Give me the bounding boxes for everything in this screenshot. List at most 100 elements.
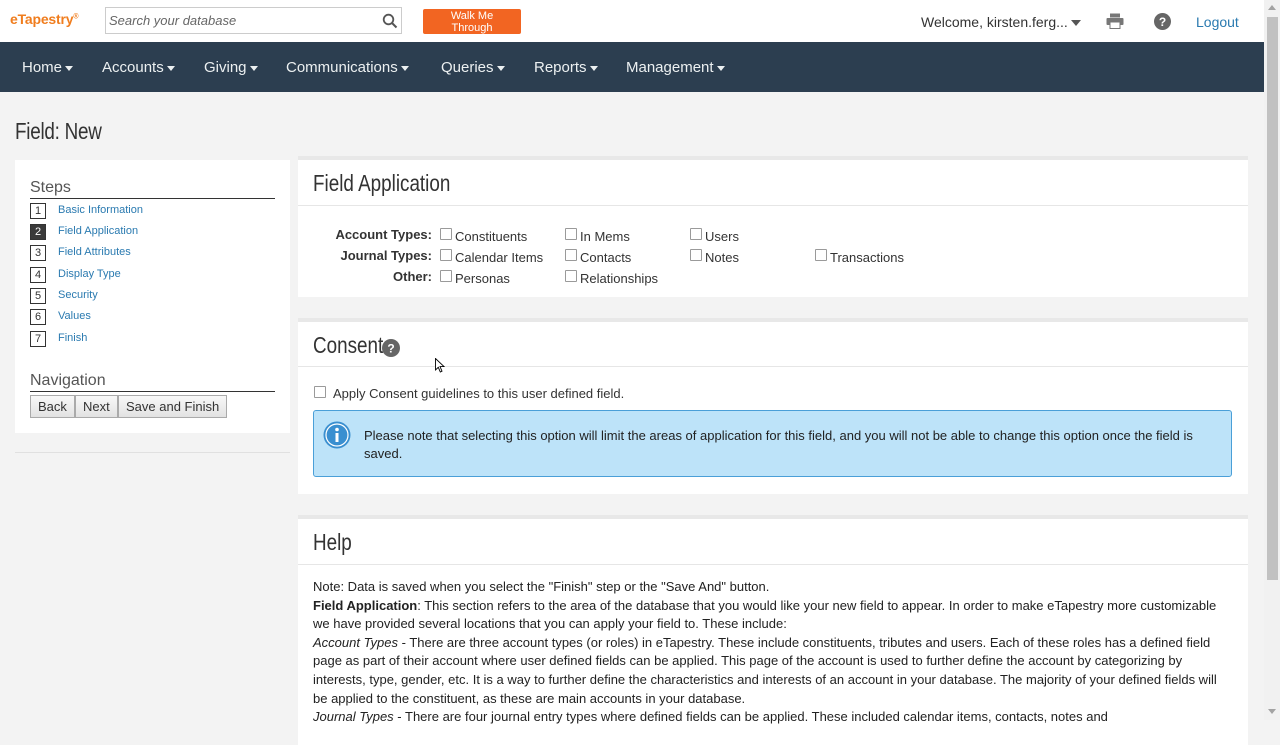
transactions-checkbox[interactable] bbox=[815, 249, 827, 261]
calendar-items-label: Calendar Items bbox=[455, 250, 544, 265]
svg-text:?: ? bbox=[1159, 15, 1166, 29]
logo-text[interactable]: eTapestry bbox=[10, 11, 74, 27]
chevron-down-icon bbox=[1070, 20, 1081, 27]
step-label[interactable]: Basic Information bbox=[58, 204, 143, 216]
page-title: Field: New bbox=[15, 118, 102, 144]
walk-me-through-button[interactable]: Walk Me Through bbox=[423, 9, 521, 34]
nav-management[interactable]: Management bbox=[626, 59, 725, 76]
personas-checkbox[interactable] bbox=[440, 270, 452, 282]
print-icon[interactable] bbox=[1106, 13, 1124, 29]
left-panel-divider bbox=[15, 452, 290, 453]
step-label[interactable]: Display Type bbox=[58, 268, 121, 280]
logout-link[interactable]: Logout bbox=[1196, 14, 1239, 30]
help-body: Note: Data is saved when you select the … bbox=[313, 578, 1233, 727]
contacts-label: Contacts bbox=[580, 250, 632, 265]
section-divider bbox=[298, 205, 1248, 206]
svg-text:?: ? bbox=[387, 342, 394, 356]
calendar-items-checkbox[interactable] bbox=[440, 249, 452, 261]
welcome-text: Welcome, kirsten.ferg... bbox=[921, 14, 1068, 30]
navigation-divider bbox=[30, 391, 275, 392]
personas-label: Personas bbox=[455, 271, 510, 286]
logo-registered-mark: ® bbox=[73, 13, 79, 21]
chevron-down-icon bbox=[249, 65, 258, 71]
search-box bbox=[105, 7, 402, 34]
relationships-checkbox[interactable] bbox=[565, 270, 577, 282]
consent-info-alert: Please note that selecting this option w… bbox=[313, 410, 1232, 477]
navigation-heading: Navigation bbox=[30, 372, 106, 389]
nav-queries[interactable]: Queries bbox=[441, 59, 505, 76]
help-section: Help Note: Data is saved when you select… bbox=[298, 515, 1248, 745]
help-term: Field Application bbox=[313, 597, 418, 613]
step-number: 4 bbox=[30, 267, 46, 283]
step-label[interactable]: Security bbox=[58, 289, 98, 301]
notes-checkbox[interactable] bbox=[690, 249, 702, 261]
chevron-down-icon bbox=[496, 65, 505, 71]
nav-communications[interactable]: Communications bbox=[286, 59, 409, 76]
consent-info-text: Please note that selecting this option w… bbox=[364, 428, 1193, 461]
nav-accounts[interactable]: Accounts bbox=[102, 59, 175, 76]
step-number: 6 bbox=[30, 309, 46, 325]
next-button[interactable]: Next bbox=[75, 395, 118, 418]
mouse-cursor-icon bbox=[435, 358, 445, 373]
help-term: Journal Types bbox=[313, 709, 394, 725]
page-scrollbar[interactable] bbox=[1264, 0, 1280, 720]
help-text: - There are three account types (or role… bbox=[313, 634, 1217, 706]
consent-section: Consent ? Apply Consent guidelines to th… bbox=[298, 318, 1248, 494]
chevron-down-icon bbox=[400, 65, 409, 71]
help-title: Help bbox=[313, 529, 352, 555]
step-label[interactable]: Finish bbox=[58, 332, 87, 344]
step-label[interactable]: Field Application bbox=[58, 225, 138, 237]
step-label[interactable]: Values bbox=[58, 310, 91, 322]
nav-label: Reports bbox=[534, 59, 587, 76]
search-icon[interactable] bbox=[382, 13, 398, 29]
help-term: Account Types bbox=[313, 634, 399, 650]
user-menu[interactable]: Welcome, kirsten.ferg... bbox=[921, 14, 1081, 30]
main-nav: Home Accounts Giving Communications Quer… bbox=[0, 42, 1264, 92]
step-number: 5 bbox=[30, 288, 46, 304]
back-button[interactable]: Back bbox=[30, 395, 75, 418]
nav-home[interactable]: Home bbox=[22, 59, 74, 76]
in-mems-checkbox[interactable] bbox=[565, 228, 577, 240]
constituents-label: Constituents bbox=[455, 229, 528, 244]
chevron-down-icon bbox=[716, 65, 725, 71]
relationships-label: Relationships bbox=[580, 271, 659, 286]
in-mems-label: In Mems bbox=[580, 229, 630, 244]
contacts-checkbox[interactable] bbox=[565, 249, 577, 261]
save-and-finish-button[interactable]: Save and Finish bbox=[118, 395, 228, 418]
notes-label: Notes bbox=[705, 250, 739, 265]
nav-label: Queries bbox=[441, 59, 494, 76]
chevron-down-icon bbox=[166, 65, 175, 71]
steps-divider bbox=[30, 198, 275, 199]
journal-types-label: Journal Types: bbox=[340, 248, 432, 263]
nav-label: Home bbox=[22, 59, 63, 76]
step-number: 1 bbox=[30, 203, 46, 219]
apply-consent-label: Apply Consent guidelines to this user de… bbox=[333, 386, 625, 401]
search-input[interactable] bbox=[106, 8, 369, 33]
chevron-down-icon bbox=[589, 65, 598, 71]
scroll-down-arrow-icon[interactable] bbox=[1268, 709, 1276, 714]
chevron-down-icon bbox=[65, 65, 74, 71]
step-number: 7 bbox=[30, 331, 46, 347]
question-circle-icon[interactable]: ? bbox=[382, 339, 400, 357]
nav-reports[interactable]: Reports bbox=[534, 59, 598, 76]
steps-panel: Steps 1 Basic Information 2 Field Applic… bbox=[15, 160, 290, 433]
users-checkbox[interactable] bbox=[690, 228, 702, 240]
nav-giving[interactable]: Giving bbox=[204, 59, 258, 76]
apply-consent-checkbox[interactable] bbox=[314, 386, 326, 398]
scroll-up-arrow-icon[interactable] bbox=[1268, 5, 1276, 10]
nav-label: Accounts bbox=[102, 59, 164, 76]
other-label: Other: bbox=[393, 269, 432, 284]
constituents-checkbox[interactable] bbox=[440, 228, 452, 240]
step-label[interactable]: Field Attributes bbox=[58, 246, 131, 258]
etapestry-logo[interactable]: eTapestry® bbox=[10, 11, 78, 27]
transactions-label: Transactions bbox=[830, 250, 904, 265]
nav-label: Communications bbox=[286, 59, 398, 76]
info-icon bbox=[323, 421, 351, 449]
help-note: Note: Data is saved when you select the … bbox=[313, 579, 770, 594]
help-icon[interactable]: ? bbox=[1154, 13, 1171, 30]
field-application-title: Field Application bbox=[313, 170, 451, 196]
top-bar: eTapestry® Walk Me Through Welcome, kirs… bbox=[0, 0, 1264, 42]
steps-heading: Steps bbox=[30, 179, 71, 196]
scrollbar-thumb[interactable] bbox=[1267, 17, 1278, 580]
help-journal-types: Journal Types - There are four journal e… bbox=[313, 708, 1233, 727]
